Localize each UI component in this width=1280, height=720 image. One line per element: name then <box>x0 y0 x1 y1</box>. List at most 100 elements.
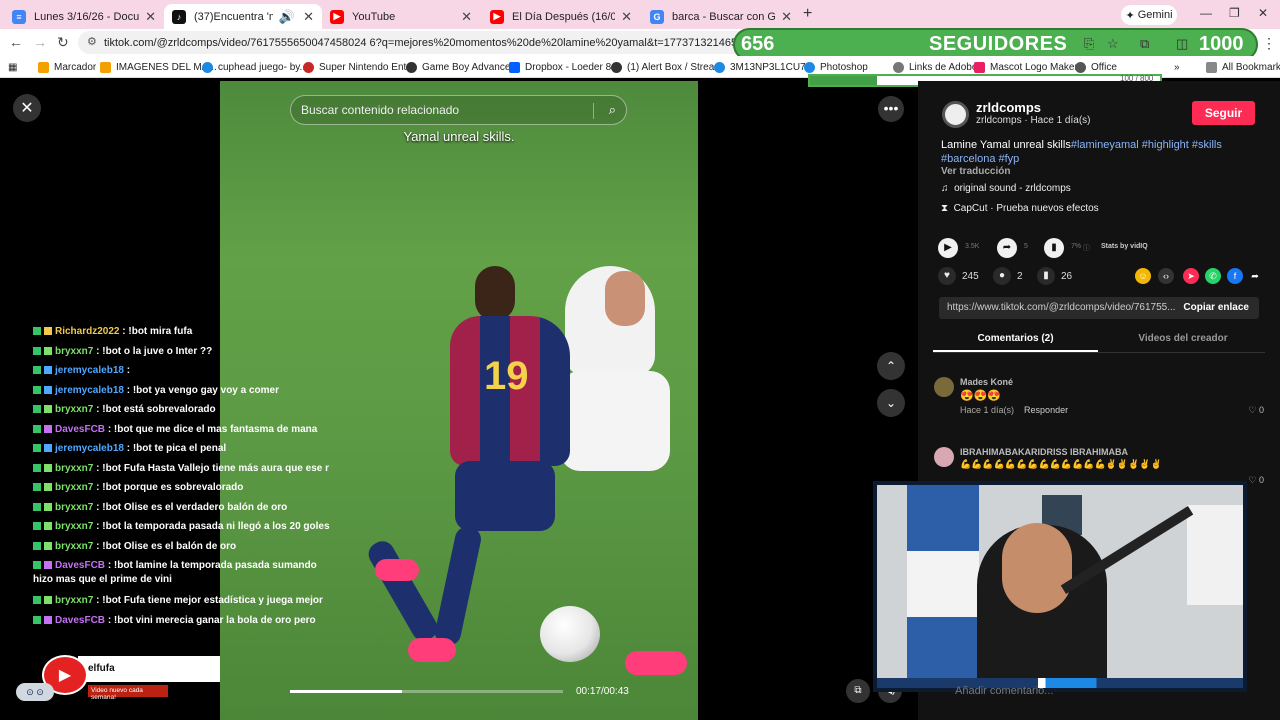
star-icon[interactable]: ☆ <box>1107 36 1119 52</box>
close-tab-icon[interactable]: ✕ <box>145 9 156 25</box>
address-bar[interactable]: ⚙ tiktok.com/@zrldcomps/video/7617555650… <box>78 31 778 54</box>
bookmark-item[interactable]: IMAGENES DEL MA... <box>100 60 217 74</box>
all-bookmarks[interactable]: All Bookmarks <box>1206 60 1280 74</box>
bookmark-item[interactable]: Links de Adobe <box>893 60 977 74</box>
tab-google[interactable]: G barca - Buscar con Google ✕ <box>642 4 800 29</box>
video-link-field[interactable]: https://www.tiktok.com/@zrldcomps/video/… <box>939 297 1259 319</box>
save-button[interactable]: ▮ 26 <box>1037 267 1072 285</box>
comment-button[interactable]: ● 2 <box>993 267 1023 285</box>
chat-text: : !bot mira fufa <box>122 326 193 337</box>
comment-author[interactable]: IBRAHIMABAKARIDRISS IBRAHIMABA <box>960 447 1128 457</box>
bar-chart-icon[interactable]: ▮ <box>1044 238 1064 258</box>
speaker-icon[interactable]: 🔊 <box>279 9 295 25</box>
site-settings-icon[interactable]: ⚙ <box>87 35 97 48</box>
opponent-shorts <box>560 371 670 471</box>
share-arrow-icon[interactable]: ➦ <box>997 238 1017 258</box>
bookmark-item[interactable]: Mascot Logo Maker... <box>974 60 1086 74</box>
creator-username[interactable]: zrldcomps <box>976 100 1041 115</box>
bookmark-item[interactable]: Game Boy Advance... <box>406 60 519 74</box>
close-video-button[interactable]: ✕ <box>13 94 41 122</box>
chat-username: bryxxn7 <box>55 540 94 552</box>
effect-link[interactable]: ⧗ CapCut · Prueba nuevos efectos <box>941 203 1099 214</box>
embed-icon[interactable]: ‹› <box>1158 268 1174 284</box>
tab-creator-videos[interactable]: Videos del creador <box>1103 333 1263 344</box>
gemini-label: Gemini <box>1137 9 1173 21</box>
send-icon[interactable]: ➤ <box>1183 268 1199 284</box>
whatsapp-icon[interactable]: ✆ <box>1205 268 1221 284</box>
bookmark-item[interactable]: Office <box>1075 60 1117 74</box>
bookmark-item[interactable]: (1) Alert Box / Strea... <box>611 60 723 74</box>
bookmark-item[interactable]: Marcador <box>38 60 96 74</box>
like-button[interactable]: ♥ 245 <box>938 267 979 285</box>
close-tab-icon[interactable]: ✕ <box>303 9 314 25</box>
comment-like[interactable]: ♡ 0 <box>1248 475 1264 486</box>
edge-toggle-icon[interactable]: ⊙ ⊙ <box>16 683 54 701</box>
hashtag[interactable]: #fyp <box>999 153 1020 165</box>
close-tab-icon[interactable]: ✕ <box>461 9 472 25</box>
reload-icon[interactable]: ↻ <box>57 34 69 51</box>
avatar[interactable] <box>934 447 954 467</box>
reply-button[interactable]: Responder <box>1024 405 1068 415</box>
comment-meta: Hace 1 día(s) Responder <box>960 405 1068 415</box>
hashtag[interactable]: #skills <box>1192 139 1222 151</box>
forward-arrow-icon[interactable]: → <box>33 34 47 50</box>
tab-youtube[interactable]: ▶ YouTube ✕ <box>322 4 480 29</box>
hashtag[interactable]: #lamineyamal <box>1071 139 1139 151</box>
chat-text: : <box>126 365 131 376</box>
apps-grid-icon[interactable]: ▦ <box>8 60 17 74</box>
sound-link[interactable]: ♫ original sound - zrldcomps <box>941 183 1071 194</box>
avatar[interactable] <box>942 101 969 128</box>
bookmark-item[interactable]: Photoshop <box>804 60 868 74</box>
tab-title: barca - Buscar con Google <box>672 10 776 23</box>
related-search-input[interactable]: Buscar contenido relacionado ⌕ <box>290 95 627 125</box>
tab-tiktok[interactable]: ♪ (37)Encuentra 'mejores mo 🔊 ✕ <box>164 4 322 29</box>
close-tab-icon[interactable]: ✕ <box>621 9 632 25</box>
tab-comments[interactable]: Comentarios (2) <box>933 333 1098 352</box>
back-arrow-icon[interactable]: ← <box>9 34 23 50</box>
tab-documentos[interactable]: ≡ Lunes 3/16/26 - Documentos d ✕ <box>4 4 164 29</box>
hashtag[interactable]: #barcelona <box>941 153 995 165</box>
player-leg <box>364 536 442 646</box>
menu-icon[interactable]: ⋮ <box>1262 35 1276 52</box>
comment-like[interactable]: ♡ 0 <box>1248 405 1264 416</box>
close-tab-icon[interactable]: ✕ <box>781 9 792 25</box>
follow-button[interactable]: Seguir <box>1192 101 1255 125</box>
tab-el-dia-despues[interactable]: ▶ El Día Después (16/03/2026): El ✕ <box>482 4 640 29</box>
more-bookmarks-icon[interactable]: » <box>1174 60 1180 74</box>
bookmark-item[interactable]: Dropbox - Loeder 8... <box>509 60 620 74</box>
maximize-button[interactable]: ❐ <box>1229 6 1240 20</box>
search-icon[interactable]: ⌕ <box>609 102 616 118</box>
bookmark-item[interactable]: cuphead juego- by... <box>202 60 308 74</box>
next-video-button[interactable]: ⌄ <box>877 389 905 417</box>
profile-icon[interactable]: ◫ <box>1176 36 1188 52</box>
plays-count: 3.5K <box>965 243 980 250</box>
translate-link[interactable]: Ver traducción <box>941 166 1010 177</box>
extensions-icon[interactable]: ⧉ <box>1140 36 1149 52</box>
share-more-icon[interactable]: ➦ <box>1247 268 1263 284</box>
close-window-button[interactable]: ✕ <box>1258 6 1268 20</box>
play-icon[interactable]: ▶ <box>938 238 958 258</box>
previous-video-button[interactable]: ⌃ <box>877 352 905 380</box>
miniplayer-icon[interactable]: ⧉ <box>846 679 870 703</box>
avatar[interactable] <box>934 377 954 397</box>
chat-badge-icon <box>33 483 41 492</box>
video-progress-bar[interactable] <box>290 690 563 693</box>
bookmark-item[interactable]: 3M13NP3L1CU74 <box>714 60 811 74</box>
new-tab-button[interactable]: + <box>803 5 812 23</box>
coin-icon[interactable]: ☺ <box>1135 268 1151 284</box>
cast-icon[interactable]: ⎘ <box>1084 36 1094 52</box>
tab-title: (37)Encuentra 'mejores mo <box>194 10 273 23</box>
gemini-button[interactable]: ✦ Gemini <box>1121 5 1177 25</box>
add-comment-input[interactable]: Añadir comentario... <box>955 685 1053 697</box>
chat-badge-icon <box>44 483 52 492</box>
facebook-icon[interactable]: f <box>1227 268 1243 284</box>
hashtag[interactable]: #highlight <box>1142 139 1189 151</box>
minimize-button[interactable]: — <box>1200 6 1212 20</box>
comment-author[interactable]: Mades Koné <box>960 377 1013 387</box>
more-options-button[interactable]: ••• <box>878 96 904 122</box>
bookmark-item[interactable]: Super Nintendo Ent... <box>303 60 415 74</box>
chat-message: jeremycaleb18 : <box>33 364 331 384</box>
copy-link-button[interactable]: Copiar enlace <box>1183 302 1249 313</box>
chat-badge-icon <box>33 615 41 624</box>
chat-badge-icon <box>33 424 41 433</box>
